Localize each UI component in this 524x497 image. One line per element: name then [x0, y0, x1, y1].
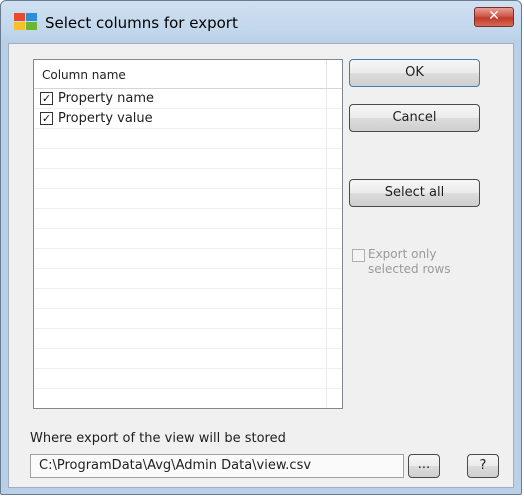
export-dialog-window: Select columns for export ✕ Column name … [0, 0, 522, 495]
row-divider [326, 349, 327, 369]
row-divider [326, 329, 327, 349]
column-name-header[interactable]: Column name [42, 68, 126, 82]
empty-row [34, 249, 342, 269]
row-divider [326, 229, 327, 249]
checkmark-icon[interactable]: ✓ [40, 112, 53, 125]
empty-row [34, 229, 342, 249]
row-divider [326, 149, 327, 169]
empty-row [34, 269, 342, 289]
empty-row [34, 289, 342, 309]
row-divider [326, 169, 327, 189]
dialog-body: Column name ✓ Property name ✓ Property v… [8, 43, 514, 488]
row-divider [326, 309, 327, 329]
empty-row [34, 389, 342, 408]
empty-row [34, 129, 342, 149]
checkbox-icon[interactable] [352, 249, 365, 262]
columns-list[interactable]: Column name ✓ Property name ✓ Property v… [33, 59, 343, 409]
close-button[interactable]: ✕ [474, 7, 514, 27]
empty-row [34, 169, 342, 189]
empty-row [34, 189, 342, 209]
empty-row [34, 209, 342, 229]
empty-row [34, 369, 342, 389]
header-divider [326, 60, 327, 88]
row-divider [326, 289, 327, 309]
row-divider [326, 209, 327, 229]
row-divider [326, 189, 327, 209]
row-divider [326, 389, 327, 408]
storage-location-label: Where export of the view will be stored [30, 431, 286, 446]
empty-row [34, 309, 342, 329]
list-item[interactable]: ✓ Property value [34, 109, 342, 129]
row-divider [326, 89, 327, 109]
list-item-label: Property name [58, 91, 155, 106]
title-bar[interactable]: Select columns for export ✕ [1, 1, 521, 43]
empty-row [34, 349, 342, 369]
empty-row [34, 329, 342, 349]
window-title: Select columns for export [45, 14, 238, 32]
row-divider [326, 369, 327, 389]
export-only-label: Export only selected rows [368, 247, 451, 276]
ok-button[interactable]: OK [349, 59, 480, 87]
list-item[interactable]: ✓ Property name [34, 89, 342, 109]
row-divider [326, 109, 327, 129]
checkmark-icon[interactable]: ✓ [40, 92, 53, 105]
empty-row [34, 149, 342, 169]
row-divider [326, 269, 327, 289]
close-icon: ✕ [488, 8, 500, 24]
list-header[interactable]: Column name [34, 60, 342, 89]
row-divider [326, 249, 327, 269]
browse-button[interactable]: ... [408, 454, 440, 478]
list-item-label: Property value [58, 111, 153, 126]
cancel-button[interactable]: Cancel [349, 104, 480, 132]
select-all-button[interactable]: Select all [349, 179, 480, 207]
avg-logo-icon [14, 13, 37, 30]
export-path-field[interactable]: C:\ProgramData\Avg\Admin Data\view.csv [30, 454, 404, 478]
row-divider [326, 129, 327, 149]
list-rows: ✓ Property name ✓ Property value [34, 89, 342, 408]
help-button[interactable]: ? [467, 454, 499, 478]
